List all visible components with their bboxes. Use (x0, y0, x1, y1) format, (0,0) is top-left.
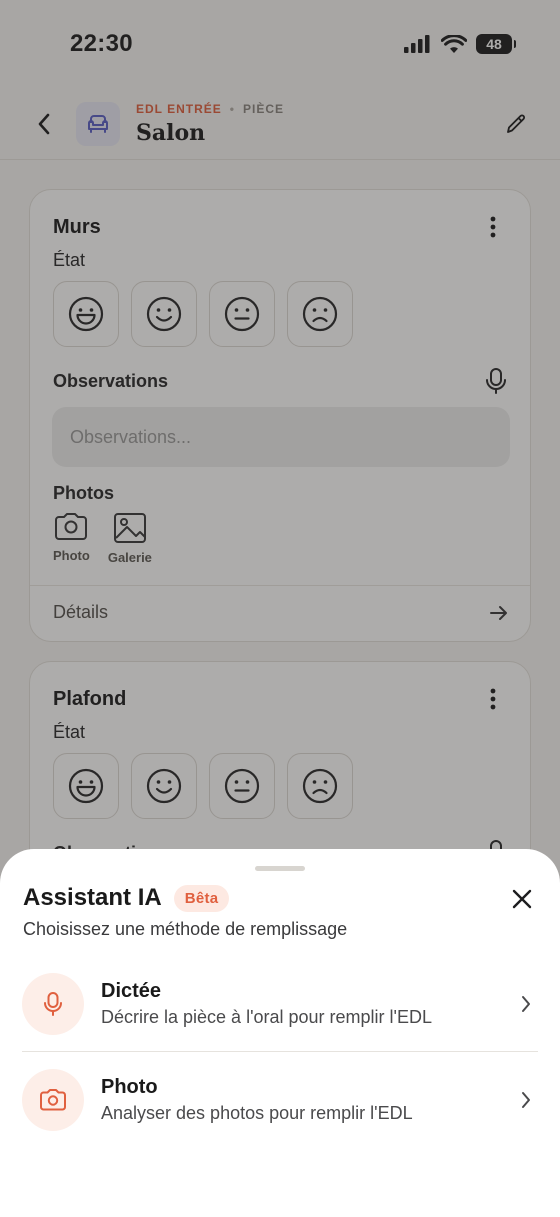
option-title: Dictée (101, 980, 162, 1002)
beta-badge: Bêta (173, 884, 230, 912)
sheet-title: Assistant IA (23, 884, 162, 911)
option-title: Photo (101, 1076, 158, 1098)
chevron-right-icon (522, 996, 530, 1012)
option-photo[interactable]: Photo Analyser des photos pour remplir l… (22, 1052, 538, 1148)
close-icon (512, 889, 532, 909)
microphone-icon (44, 992, 62, 1016)
option-description: Décrire la pièce à l'oral pour remplir l… (101, 1007, 432, 1027)
chevron-right-icon (522, 1092, 530, 1108)
camera-icon (40, 1089, 66, 1111)
option-description: Analyser des photos pour remplir l'EDL (101, 1103, 413, 1123)
ai-assistant-sheet: Assistant IA Bêta Choisissez une méthode… (0, 849, 560, 1217)
sheet-subtitle: Choisissez une méthode de remplissage (23, 919, 348, 939)
sheet-grabber[interactable] (255, 866, 305, 871)
option-icon-badge (22, 1069, 84, 1131)
option-dictation[interactable]: Dictée Décrire la pièce à l'oral pour re… (22, 956, 538, 1052)
option-icon-badge (22, 973, 84, 1035)
close-button[interactable] (506, 883, 538, 915)
